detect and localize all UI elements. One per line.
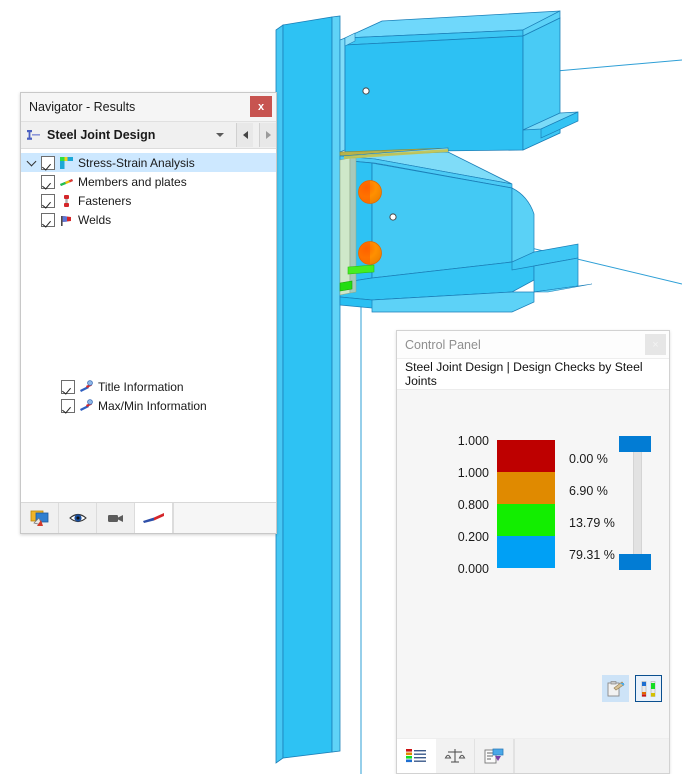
- control-panel-subtitle: Steel Joint Design | Design Checks by St…: [397, 359, 669, 389]
- navigator-module-label: Steel Joint Design: [47, 128, 156, 142]
- legend-percent: 6.90 %: [569, 484, 608, 498]
- end-plate-upper: [339, 37, 346, 153]
- camera-icon[interactable]: [97, 503, 135, 533]
- tree-item-label: Welds: [78, 212, 112, 227]
- welds-icon: [59, 213, 74, 227]
- legend-value: 0.200: [457, 530, 489, 544]
- tree-item-label: Fasteners: [78, 193, 132, 208]
- bolt-hole-marker: [362, 87, 370, 95]
- navigator-title: Navigator - Results: [29, 100, 136, 114]
- legend-percent: 0.00 %: [569, 452, 608, 466]
- tree-item-members-and-plates[interactable]: Members and plates: [21, 172, 276, 191]
- maxmin-information-icon: [79, 398, 94, 413]
- legend-percent: 79.31 %: [569, 548, 615, 562]
- close-icon[interactable]: x: [250, 96, 272, 117]
- lower-beam: [339, 147, 593, 313]
- navigator-results-window[interactable]: Navigator - Results x Steel Joint Design: [20, 92, 277, 534]
- legend-value: 1.000: [457, 466, 489, 480]
- navigator-titlebar[interactable]: Navigator - Results x: [21, 93, 276, 122]
- checkbox[interactable]: [41, 174, 55, 189]
- legend-band-green[interactable]: [497, 504, 555, 536]
- tree-item-maxmin-information[interactable]: Max/Min Information: [21, 396, 276, 415]
- weld-seam: [339, 280, 353, 292]
- slider-handle-lower[interactable]: [619, 554, 651, 570]
- fasteners-icon: [59, 194, 74, 208]
- results-arrow-icon[interactable]: [135, 503, 173, 533]
- eye-icon[interactable]: [59, 503, 97, 533]
- tree-item-label: Max/Min Information: [98, 398, 207, 413]
- tabbar-filler: [514, 739, 669, 773]
- control-panel-tabbar[interactable]: [397, 738, 669, 773]
- upper-beam: [344, 10, 579, 153]
- legend-value: 0.800: [457, 498, 489, 512]
- prev-button[interactable]: [236, 123, 253, 147]
- members-plates-icon: [59, 175, 74, 189]
- expander-icon[interactable]: [25, 156, 37, 168]
- checkbox[interactable]: [41, 193, 55, 208]
- scales-icon: [444, 749, 466, 763]
- legend-value: 0.000: [457, 562, 489, 576]
- palette-edit-icon[interactable]: [602, 675, 629, 702]
- control-panel-action-buttons[interactable]: [602, 675, 662, 702]
- tree-item-label: Stress-Strain Analysis: [78, 155, 195, 170]
- toolbar-filler: [173, 503, 276, 533]
- control-panel-titlebar[interactable]: Control Panel ×: [397, 331, 669, 359]
- filter-icon: [484, 748, 504, 764]
- color-spectrum-icon[interactable]: [635, 675, 662, 702]
- checkbox[interactable]: [41, 155, 55, 170]
- control-panel-body: 1.000 1.000 0.800 0.200 0.000 0.00 % 6.9…: [397, 389, 669, 738]
- bolt-hole-marker: [389, 213, 397, 221]
- navigator-toolbar[interactable]: [21, 502, 276, 533]
- color-scale-icon: [406, 749, 426, 763]
- stress-strain-icon: [59, 156, 74, 170]
- checkbox[interactable]: [61, 398, 75, 413]
- tab-factors[interactable]: [436, 739, 475, 773]
- legend-band-blue[interactable]: [497, 536, 555, 568]
- control-panel-title: Control Panel: [405, 337, 481, 352]
- chevron-down-icon[interactable]: [216, 133, 224, 137]
- legend-color-bars[interactable]: [497, 440, 555, 568]
- tree-item-stress-strain-analysis[interactable]: Stress-Strain Analysis: [21, 153, 276, 172]
- slider-track[interactable]: [633, 446, 642, 564]
- close-icon[interactable]: ×: [645, 334, 666, 355]
- control-panel-window[interactable]: Control Panel × Steel Joint Design | Des…: [396, 330, 670, 774]
- legend-band-red[interactable]: [497, 440, 555, 472]
- color-legend: 1.000 1.000 0.800 0.200 0.000 0.00 % 6.9…: [421, 432, 651, 576]
- navigator-module-selector[interactable]: Steel Joint Design: [21, 122, 276, 149]
- legend-band-orange[interactable]: [497, 472, 555, 504]
- slider-handle-upper[interactable]: [619, 436, 651, 452]
- navigator-tree[interactable]: Stress-Strain Analysis Members and plate…: [21, 149, 276, 502]
- tab-color-scale[interactable]: [397, 739, 436, 773]
- next-button[interactable]: [259, 123, 276, 147]
- tree-item-label: Title Information: [98, 379, 184, 394]
- tree-item-title-information[interactable]: Title Information: [21, 377, 276, 396]
- legend-value: 1.000: [457, 434, 489, 448]
- display-properties-icon[interactable]: [21, 503, 59, 533]
- checkbox[interactable]: [61, 379, 75, 394]
- title-information-icon: [79, 379, 94, 394]
- tab-display-filter[interactable]: [475, 739, 514, 773]
- legend-percent: 13.79 %: [569, 516, 615, 530]
- tree-item-welds[interactable]: Welds: [21, 210, 276, 229]
- legend-range-slider[interactable]: [619, 436, 655, 570]
- tree-item-label: Members and plates: [78, 174, 187, 189]
- column-member: [275, 15, 341, 764]
- steel-joint-icon: [26, 128, 41, 142]
- checkbox[interactable]: [41, 212, 55, 227]
- tree-item-fasteners[interactable]: Fasteners: [21, 191, 276, 210]
